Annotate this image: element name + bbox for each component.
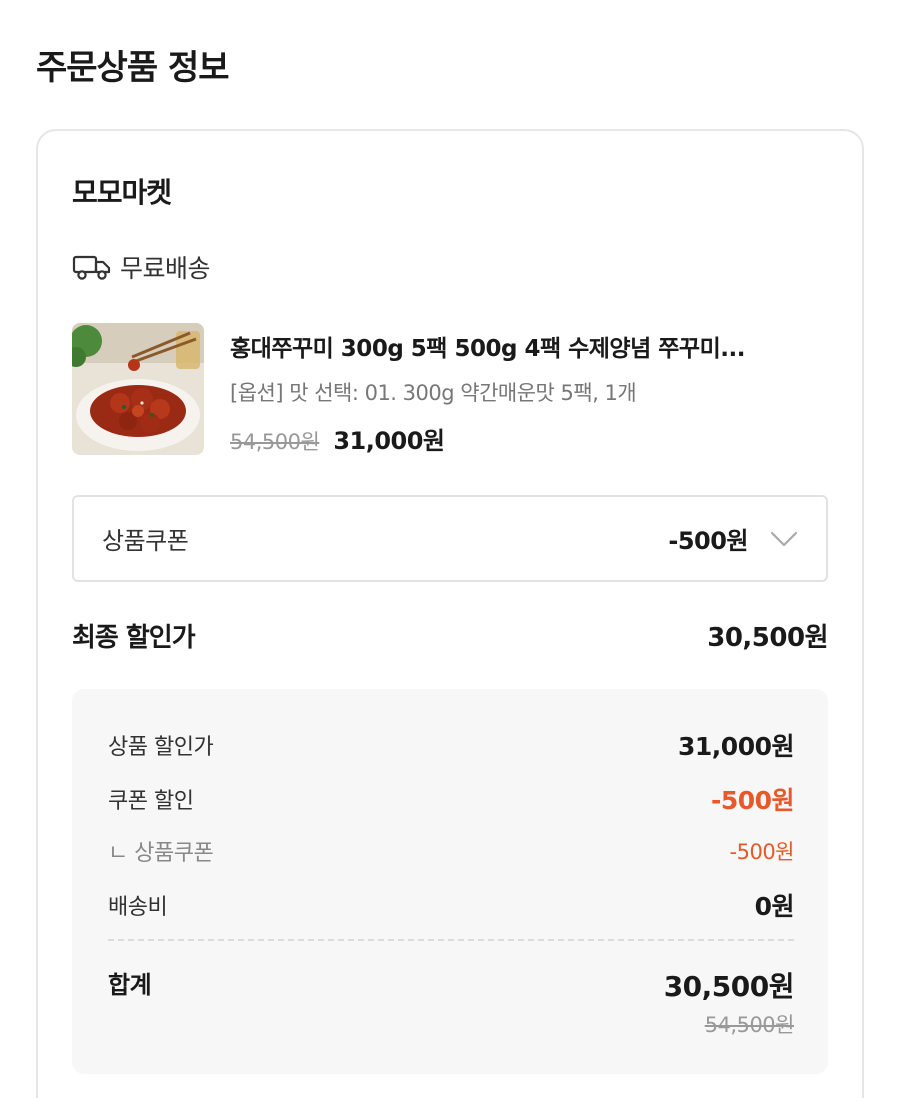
- total-value: 30,500원: [663, 970, 795, 1003]
- coupon-sub-label: ㄴ 상품쿠폰: [108, 841, 214, 866]
- section-title: 주문상품 정보: [36, 48, 230, 88]
- product-option: [옵션] 맛 선택: 01. 300g 약간매운맛 5팩, 1개: [230, 381, 637, 405]
- final-price-row: 최종 할인가 30,500원: [72, 617, 828, 654]
- product-name[interactable]: 홍대쭈꾸미 300g 5팩 500g 4팩 수제양념 쭈꾸미...: [230, 329, 830, 363]
- coupon-selection: -500원: [668, 521, 798, 556]
- product-thumbnail[interactable]: [72, 323, 204, 455]
- chevron-down-icon: [770, 531, 798, 546]
- summary-row-coupon-sub: ㄴ 상품쿠폰 -500원: [108, 835, 795, 867]
- order-card: 모모마켓 무료배송 홍대쭈꾸미 300g 5팩 500g 4팩 수제양념 쭈꾸미…: [36, 129, 864, 1098]
- summary-divider: [108, 939, 794, 941]
- coupon-discount-value: -500원: [710, 786, 795, 815]
- final-price-label: 최종 할인가: [72, 623, 196, 653]
- product-discount-label: 상품 할인가: [108, 735, 214, 760]
- seller-name: 모모마켓: [72, 176, 172, 209]
- total-label: 합계: [108, 971, 152, 999]
- product-discount-value: 31,000원: [678, 732, 794, 761]
- coupon-value: -500원: [668, 527, 748, 555]
- total-original-price: 54,500원: [704, 1013, 795, 1037]
- coupon-sub-value: -500원: [729, 840, 795, 864]
- coupon-select[interactable]: 상품쿠폰 -500원: [72, 495, 828, 582]
- sale-price: 31,000원: [333, 427, 445, 455]
- coupon-discount-label: 쿠폰 할인: [108, 789, 194, 814]
- summary-row-product-discount: 상품 할인가 31,000원: [108, 727, 794, 763]
- coupon-label: 상품쿠폰: [102, 527, 189, 555]
- shipping-fee-label: 배송비: [108, 895, 168, 920]
- final-price-value: 30,500원: [707, 623, 828, 653]
- price-row: 54,500원 31,000원: [230, 421, 830, 456]
- summary-row-total: 합계 30,500원: [108, 965, 795, 1005]
- original-price: 54,500원: [230, 430, 320, 454]
- order-items-page: 주문상품 정보 모모마켓 무료배송 홍대쭈꾸미 300g 5팩 500g 4팩 …: [0, 0, 900, 1098]
- price-summary: 상품 할인가 31,000원 쿠폰 할인 -500원 ㄴ 상품쿠폰 -500원 …: [72, 689, 828, 1074]
- summary-row-shipping: 배송비 0원: [108, 887, 795, 923]
- summary-row-coupon-discount: 쿠폰 할인 -500원: [108, 781, 795, 817]
- product-info: 홍대쭈꾸미 300g 5팩 500g 4팩 수제양념 쭈꾸미... [옵션] 맛…: [230, 329, 830, 456]
- shipping-label: 무료배송: [120, 254, 211, 283]
- shipping-fee-value: 0원: [754, 892, 795, 921]
- truck-icon: [72, 255, 111, 280]
- shipping-info: 무료배송: [72, 249, 211, 285]
